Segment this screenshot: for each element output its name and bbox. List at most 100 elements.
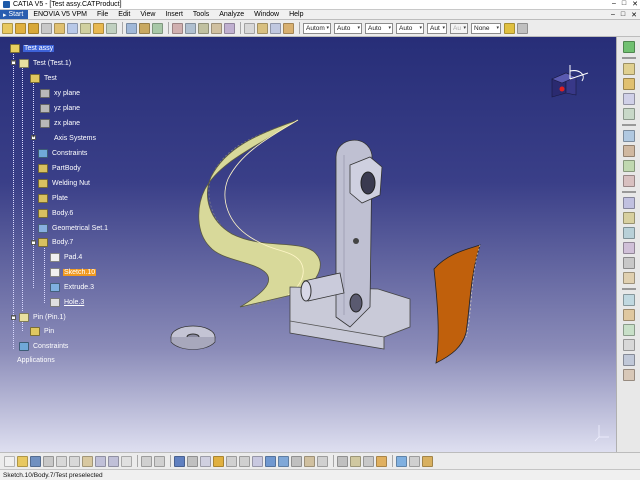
start-menu[interactable]: ▸ Start [0,10,29,19]
zoom-in-icon[interactable] [226,455,237,467]
point-type-combo[interactable]: Auto ▾ [396,22,424,34]
tree-node-yz-plane[interactable]: yz plane [40,103,81,114]
knowledge-icon[interactable] [154,455,165,467]
tree-expander[interactable]: – [11,60,16,65]
offset-icon[interactable] [622,227,635,239]
doc-minimize-button[interactable]: – [611,11,615,19]
cut-icon[interactable] [56,455,67,467]
properties-icon[interactable] [517,22,528,34]
existing-component-icon[interactable] [28,22,39,34]
new-icon[interactable] [4,455,15,467]
menu-file[interactable]: File [92,11,113,18]
new-product-icon[interactable] [622,78,635,90]
tree-node-extrude-3[interactable]: Extrude.3 [50,282,95,293]
tree-node-xy-plane[interactable]: xy plane [40,88,81,99]
iso-view-icon[interactable] [265,455,276,467]
redo-icon[interactable] [108,455,119,467]
shading-icon[interactable] [278,455,289,467]
fix-component-icon[interactable] [224,22,235,34]
tree-expander[interactable]: – [11,315,16,320]
multi-view-icon[interactable] [317,455,328,467]
new-part-icon[interactable] [622,93,635,105]
move-icon[interactable] [622,130,635,142]
tree-node-assy-constraints[interactable]: Constraints [19,341,69,352]
line-thickness-combo[interactable]: Auto ▾ [365,22,393,34]
component-icon[interactable] [15,22,26,34]
coincidence-icon[interactable] [622,197,635,209]
menu-tools[interactable]: Tools [188,11,214,18]
whats-this-icon[interactable] [121,455,132,467]
coincidence-constraint-icon[interactable] [172,22,183,34]
clash-icon[interactable] [622,309,635,321]
angle-constraint-icon[interactable] [211,22,222,34]
tree-node-test-instance[interactable]: Test (Test.1) [19,58,72,69]
angle-icon[interactable] [622,242,635,254]
measure-between-icon[interactable] [337,455,348,467]
fix-together-icon[interactable] [622,272,635,284]
bill-of-material-icon[interactable] [622,339,635,351]
rotate-icon[interactable] [213,455,224,467]
tree-node-body-6[interactable]: Body.6 [38,208,74,219]
graph-tree-reorder-icon[interactable] [54,22,65,34]
tree-node-constraints[interactable]: Constraints [38,148,88,159]
tree-node-plate[interactable]: Plate [38,193,69,204]
maximize-button[interactable]: □ [622,0,626,8]
tree-node-geometrical-set[interactable]: Geometrical Set.1 [38,223,109,234]
tree-node-applications[interactable]: Applications [16,355,56,366]
paint-brush-icon[interactable] [504,22,515,34]
tree-node-pad-4[interactable]: Pad.4 [50,252,83,263]
tree-node-pin-instance[interactable]: Pin (Pin.1) [19,312,67,323]
contact-constraint-icon[interactable] [185,22,196,34]
smart-move-icon[interactable] [622,160,635,172]
render-style-combo[interactable]: None ▾ [471,22,501,34]
replace-component-icon[interactable] [41,22,52,34]
swap-visible-space-icon[interactable] [304,455,315,467]
hide-show-icon[interactable] [291,455,302,467]
menu-analyze[interactable]: Analyze [214,11,249,18]
manage-representations-icon[interactable] [93,22,104,34]
tree-node-test-assy[interactable]: Test assy [10,43,55,54]
doc-restore-button[interactable]: □ [621,11,625,19]
new-component-icon[interactable] [622,63,635,75]
measure-icon[interactable] [257,22,268,34]
snap-icon[interactable] [622,145,635,157]
transparency-combo[interactable]: Au ▾ [450,22,468,34]
tree-node-hole-3[interactable]: Hole.3 [50,297,85,308]
print-icon[interactable] [43,455,54,467]
manipulation-icon[interactable] [126,22,137,34]
catalog-icon[interactable] [376,455,387,467]
fit-all-icon[interactable] [187,455,198,467]
clash-icon[interactable] [270,22,281,34]
tree-node-axis-systems[interactable]: Axis Systems [40,133,97,144]
formula-icon[interactable] [141,455,152,467]
menu-window[interactable]: Window [249,11,284,18]
fly-mode-icon[interactable] [174,455,185,467]
minimize-button[interactable]: – [612,0,616,8]
multi-instantiation-icon[interactable] [106,22,117,34]
pan-icon[interactable] [200,455,211,467]
menu-help[interactable]: Help [284,11,308,18]
tree-node-zx-plane[interactable]: zx plane [40,118,81,129]
contact-icon[interactable] [622,212,635,224]
copy-icon[interactable] [69,455,80,467]
menu-insert[interactable]: Insert [160,11,188,18]
line-color-combo[interactable]: Autom ▾ [303,22,331,34]
sectioning-icon[interactable] [283,22,294,34]
doc-close-button[interactable]: ✕ [631,11,637,19]
orange-surface[interactable] [433,244,481,364]
menu-enovia[interactable]: ENOVIA V5 VPM [28,11,92,18]
tree-node-sketch-10[interactable]: Sketch.10 [50,267,97,278]
normal-view-icon[interactable] [252,455,263,467]
save-icon[interactable] [30,455,41,467]
tree-node-body-7[interactable]: Body.7 [38,237,74,248]
annotation-icon[interactable] [622,369,635,381]
close-button[interactable]: ✕ [632,0,638,8]
sectioning-icon[interactable] [622,294,635,306]
tree-node-partbody[interactable]: PartBody [38,163,82,174]
measure-inertia-icon[interactable] [363,455,374,467]
tree-expander[interactable]: – [31,240,36,245]
fix-icon[interactable] [622,257,635,269]
line-type-combo[interactable]: Auto ▾ [334,22,362,34]
shading-material-icon[interactable] [409,455,420,467]
generate-numbering-icon[interactable] [67,22,78,34]
